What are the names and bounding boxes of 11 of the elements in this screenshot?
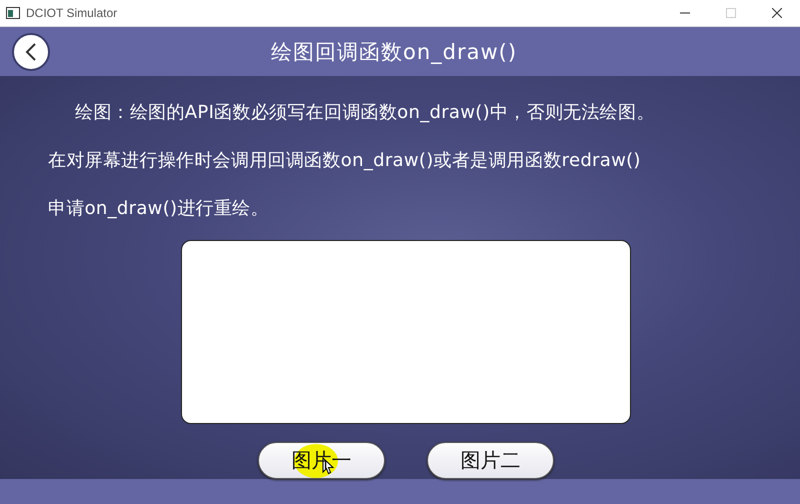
page-title: 绘图回调函数on_draw() [270, 38, 518, 66]
maximize-icon [726, 8, 736, 18]
app-icon [6, 7, 20, 19]
close-icon [772, 8, 782, 18]
window-title: DCIOT Simulator [26, 6, 118, 20]
image-button[interactable]: 图片二 [427, 442, 554, 480]
description-text: 申请on_draw()进行重绘。 [48, 197, 270, 222]
description-text: 绘图：绘图的API函数必须写在回调函数on_draw()中，否则无法绘图。 [74, 101, 656, 126]
chevron-left-icon [24, 42, 38, 62]
back-button[interactable] [12, 32, 50, 71]
description-text: 在对屏幕进行操作时会调用回调函数on_draw()或者是调用函数redraw() [48, 149, 642, 174]
